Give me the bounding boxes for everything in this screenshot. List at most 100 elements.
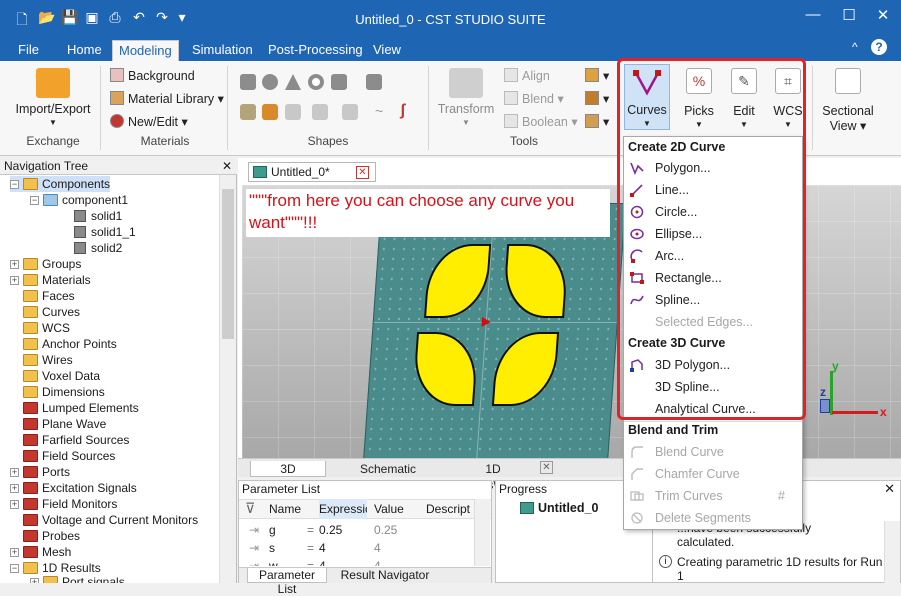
minimize-icon[interactable]: — [798,6,828,23]
menu-item-rectangle[interactable]: Rectangle... [655,271,722,285]
messages-scrollbar[interactable] [884,521,900,583]
tree-item-faces[interactable]: Faces [23,288,75,304]
picks-button[interactable]: % Picks ▼ [680,68,718,129]
shape-tool-icon[interactable] [342,104,358,120]
menu-item-trim-curves[interactable]: Trim Curves [655,489,723,503]
cone-icon[interactable] [285,74,301,90]
maximize-icon[interactable]: ☐ [834,6,864,24]
tree-item-port-signals[interactable]: + Port signals [30,574,125,583]
wire-icon[interactable]: ~ [375,104,391,120]
help-icon[interactable]: ? [871,39,887,55]
tab-simulation[interactable]: Simulation [186,40,259,61]
boolean-button[interactable]: Boolean ▾ [504,114,578,129]
close-tab-icon[interactable]: ✕ [540,461,553,474]
param-expression[interactable]: 4 [319,558,326,566]
tab-result-navigator[interactable]: Result Navigator [335,568,435,583]
tree-item-anchor-points[interactable]: Anchor Points [23,336,117,352]
tree-item-components[interactable]: − Components [10,176,111,192]
cylinder-icon[interactable] [331,74,347,90]
extrude-icon[interactable] [366,74,382,90]
collapse-ribbon-icon[interactable]: ^ [852,40,858,54]
tree-item-farfield-sources[interactable]: Farfield Sources [23,432,129,448]
torus-icon[interactable] [308,74,324,90]
sectional-view-button[interactable]: Sectional View ▾ [818,68,878,133]
transform-button[interactable]: Transform ▼ [436,68,496,127]
tree-item-voxel-data[interactable]: Voxel Data [23,368,100,384]
param-expression[interactable]: 4 [319,540,326,556]
tree-item-solid2[interactable]: solid2 [74,240,122,256]
column-description[interactable]: Descript [426,499,470,519]
menu-item-ellipse[interactable]: Ellipse... [655,227,702,241]
filter-icon[interactable]: ⊽ [245,500,255,517]
column-expression[interactable]: Expressic [319,499,367,519]
menu-item-circle[interactable]: Circle... [655,205,697,219]
tab-schematic[interactable]: Schematic [342,461,434,477]
tool-dropdown-3[interactable]: ▾ [585,114,609,129]
tree-item-solid1[interactable]: solid1 [74,208,122,224]
extrude-face-icon[interactable] [240,104,256,120]
curves-button[interactable]: Curves ▼ [624,64,670,130]
close-tab-icon[interactable]: ✕ [356,166,369,179]
menu-item-3d-spline[interactable]: 3D Spline... [655,380,720,394]
tree-item-mesh[interactable]: + Mesh [10,544,71,560]
blend-button[interactable]: Blend ▾ [504,91,564,106]
tree-item-wires[interactable]: Wires [23,352,73,368]
tree-item-groups[interactable]: + Groups [10,256,81,272]
tree-item-probes[interactable]: Probes [23,528,80,544]
column-value[interactable]: Value [374,499,404,519]
tab-view[interactable]: View [367,40,407,61]
import-export-button[interactable]: Import/Export ▼ [12,68,94,127]
tab-parameter-list[interactable]: Parameter List [247,568,327,596]
sphere-icon[interactable] [262,74,278,90]
param-scrollbar[interactable] [474,499,490,566]
edit-button[interactable]: ✎ Edit ▼ [728,68,760,129]
menu-item-spline[interactable]: Spline... [655,293,700,307]
wcs-button[interactable]: ⌗ WCS ▼ [770,68,806,129]
tree-item-curves[interactable]: Curves [23,304,80,320]
tab-home[interactable]: Home [61,40,108,61]
tree-item-wcs[interactable]: WCS [23,320,70,336]
tab-post-processing[interactable]: Post-Processing [262,40,369,61]
new-edit-material-button[interactable]: New/Edit ▾ [110,114,188,129]
tree-item-field-monitors[interactable]: + Field Monitors [10,496,117,512]
rotate-face-icon[interactable] [262,104,278,120]
nav-scrollbar[interactable] [219,175,236,583]
material-library-button[interactable]: Material Library ▾ [110,91,224,106]
menu-file[interactable]: File [12,40,45,61]
tree-item-materials[interactable]: + Materials [10,272,91,288]
shape-tool-icon[interactable] [312,104,328,120]
document-tab[interactable]: Untitled_0* ✕ [248,162,376,182]
menu-item-arc[interactable]: Arc... [655,249,684,263]
param-expression[interactable]: 0.25 [319,522,342,538]
tree-item-field-sources[interactable]: Field Sources [23,448,115,464]
close-icon[interactable]: ✕ [868,6,898,24]
menu-item-line[interactable]: Line... [655,183,689,197]
tree-item-component1[interactable]: − component1 [30,192,128,208]
tree-item-ports[interactable]: + Ports [10,464,70,480]
loft-icon[interactable] [285,104,301,120]
tree-item-dimensions[interactable]: Dimensions [23,384,105,400]
menu-item-delete-segments[interactable]: Delete Segments [655,511,751,525]
close-panel-icon[interactable]: ✕ [884,481,895,497]
brick-icon[interactable] [240,74,256,90]
menu-item-blend-curve[interactable]: Blend Curve [655,445,724,459]
tree-item-excitation-signals[interactable]: + Excitation Signals [10,480,137,496]
nav-scroll-thumb[interactable] [222,189,234,339]
menu-item-polygon[interactable]: Polygon... [655,161,711,175]
menu-item-3d-polygon[interactable]: 3D Polygon... [655,358,730,372]
pick-tool-icon[interactable]: ʃ [400,103,416,120]
background-button[interactable]: Background [110,68,195,83]
tab-1d-results-vswr[interactable]: 1D Results\VSWR [448,461,538,492]
tree-item-plane-wave[interactable]: Plane Wave [23,416,106,432]
menu-item-analytical-curve[interactable]: Analytical Curve... [655,402,756,416]
tree-item-solid1-1[interactable]: solid1_1 [74,224,136,240]
tool-dropdown-2[interactable]: ▾ [585,91,609,106]
tree-item-lumped-elements[interactable]: Lumped Elements [23,400,139,416]
tool-dropdown-1[interactable]: ▾ [585,68,609,83]
tab-modeling[interactable]: Modeling [112,40,179,61]
tree-item-voltage-current-monitors[interactable]: Voltage and Current Monitors [23,512,198,528]
column-name[interactable]: Name [269,499,301,519]
tab-3d[interactable]: 3D [250,461,326,477]
menu-item-selected-edges[interactable]: Selected Edges... [655,315,753,329]
align-button[interactable]: Align [504,68,550,83]
